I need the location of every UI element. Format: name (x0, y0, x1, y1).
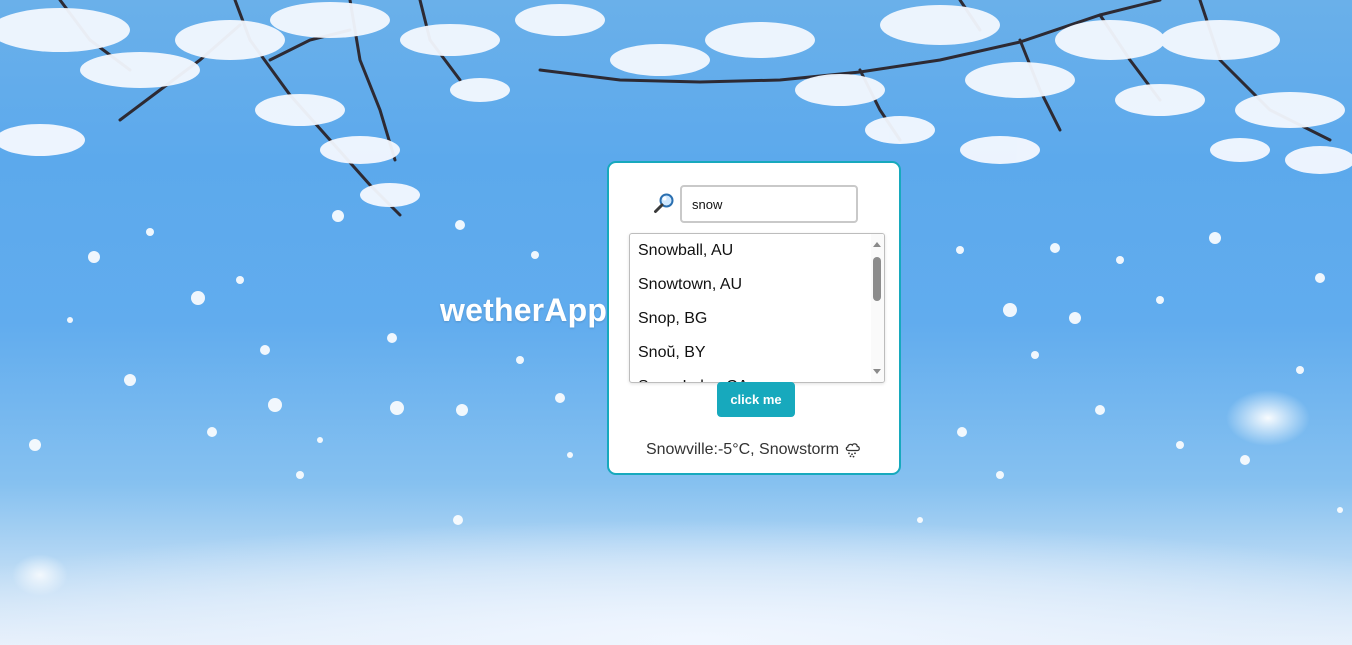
magnifier-icon (654, 193, 674, 213)
app-title: wetherApp (440, 292, 608, 328)
list-item[interactable]: Snowball, AU (630, 234, 873, 268)
weather-search-card: Snowball, AU Snowtown, AU Snop, BG Snoŭ,… (607, 161, 901, 475)
scroll-thumb[interactable] (873, 257, 881, 301)
list-item[interactable]: Snoŭ, BY (630, 336, 873, 370)
scroll-up-arrow-icon[interactable] (873, 242, 881, 247)
cloud-snow-icon (845, 443, 860, 458)
city-suggestion-list[interactable]: Snowball, AU Snowtown, AU Snop, BG Snoŭ,… (629, 233, 885, 383)
list-item[interactable]: Snowtown, AU (630, 268, 873, 302)
suggestion-items: Snowball, AU Snowtown, AU Snop, BG Snoŭ,… (630, 234, 873, 382)
scroll-down-arrow-icon[interactable] (873, 369, 881, 374)
list-scrollbar[interactable] (871, 234, 884, 382)
city-search-input[interactable] (680, 185, 858, 223)
weather-result: Snowville:-5°C, Snowstorm (609, 440, 899, 459)
search-row (609, 185, 899, 223)
weather-result-text: Snowville:-5°C, Snowstorm (645, 441, 840, 458)
click-me-button[interactable]: click me (717, 382, 795, 417)
list-item[interactable]: Snop, BG (630, 302, 873, 336)
